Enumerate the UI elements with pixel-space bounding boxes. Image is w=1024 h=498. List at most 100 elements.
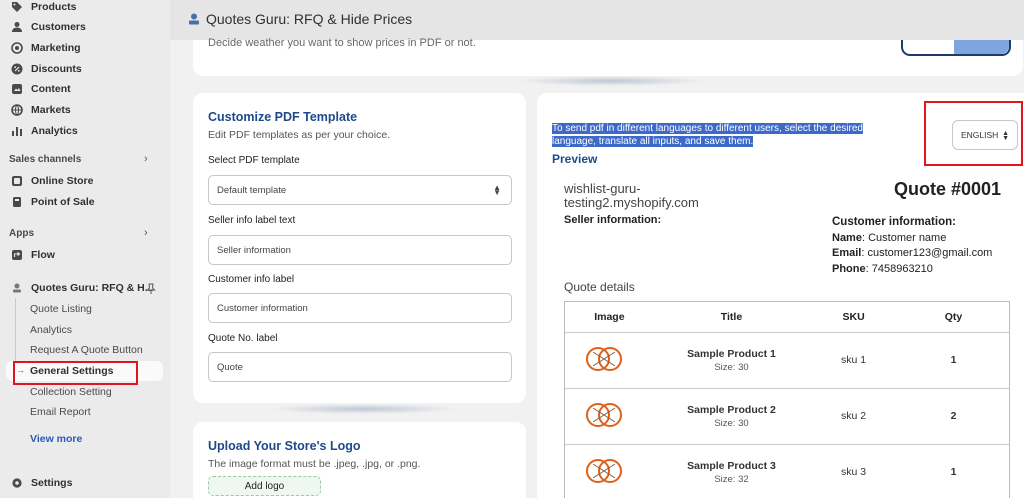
sidebar-subitem-quote-listing[interactable]: Quote Listing [30, 303, 92, 315]
customer-phone-line: Phone: 7458963210 [832, 262, 992, 278]
product-image-cell [565, 332, 654, 389]
sidebar-subitem-collection-setting[interactable]: Collection Setting [30, 386, 112, 398]
chevron-right-icon[interactable]: › [144, 227, 148, 239]
seller-info-input[interactable]: Seller information [208, 235, 512, 265]
select-template-label: Select PDF template [208, 155, 300, 166]
product-image [586, 458, 623, 483]
sidebar-item-content[interactable]: Content [8, 79, 71, 99]
sidebar-item-quotes-guru[interactable]: Quotes Guru: RFQ & H... [8, 278, 154, 298]
app-logo-icon [187, 12, 201, 26]
sidebar: Products Customers Marketing Discounts C… [0, 0, 170, 498]
add-logo-button[interactable]: Add logo [208, 476, 321, 496]
shop-name: wishlist-guru-testing2.myshopify.com [564, 181, 699, 210]
column-header: SKU [809, 302, 898, 333]
table-row: Sample Product 2 Size: 30 sku 2 2 [565, 388, 1009, 445]
input-value: Seller information [217, 244, 291, 256]
flow-icon [10, 249, 23, 262]
sku-cell: sku 2 [809, 388, 898, 445]
quote-number: Quote #0001 [894, 179, 1002, 199]
sidebar-item-flow[interactable]: Flow [8, 245, 55, 265]
product-title-cell: Sample Product 1 Size: 30 [653, 332, 810, 389]
annotation-highlight-box [924, 101, 1023, 166]
sidebar-item-settings[interactable]: Settings [8, 473, 72, 493]
sidebar-item-label: Markets [31, 104, 71, 116]
person-icon [10, 21, 23, 34]
view-more-link[interactable]: View more [30, 433, 82, 445]
card-subtitle: The image format must be .jpeg, .jpg, or… [208, 458, 421, 470]
customer-label-caption: Customer info label [208, 274, 295, 285]
card-title: Customize PDF Template [208, 110, 358, 124]
table-row: Sample Product 1 Size: 30 sku 1 1 [565, 332, 1009, 389]
product-title-cell: Sample Product 2 Size: 30 [653, 388, 810, 445]
sidebar-subitem-request-quote-button[interactable]: Request A Quote Button [30, 344, 143, 356]
quote-items-table: Image Title SKU Qty Sample Product 1 Size… [564, 301, 1010, 498]
product-image [586, 346, 623, 371]
field-value: : customer123@gmail.com [861, 247, 993, 259]
subnav-tree-line [15, 298, 16, 368]
tag-icon [10, 1, 23, 14]
sidebar-item-label: Online Store [31, 175, 94, 187]
sidebar-subitem-email-report[interactable]: Email Report [30, 406, 91, 418]
sidebar-item-markets[interactable]: Markets [8, 100, 71, 120]
sidebar-item-online-store[interactable]: Online Store [8, 171, 93, 191]
sidebar-subitem-analytics[interactable]: Analytics [30, 324, 72, 336]
sidebar-item-label: Flow [31, 249, 55, 261]
pdf-template-select[interactable]: Default template ▲ ▼ [208, 175, 512, 205]
product-size: Size: 30 [714, 361, 749, 373]
sidebar-item-marketing[interactable]: Marketing [8, 38, 81, 58]
annotation-highlight-box [13, 361, 138, 385]
customer-info-input[interactable]: Customer information [208, 293, 512, 323]
field-value: : Customer name [861, 231, 947, 244]
sidebar-item-label: Content [31, 83, 71, 95]
app-stamp-icon [10, 282, 23, 295]
product-name: Sample Product 2 [687, 403, 776, 416]
customer-info-block: Customer information: Name: Customer nam… [832, 215, 992, 277]
column-header: Title [653, 302, 810, 333]
target-icon [10, 42, 23, 55]
sidebar-item-customers[interactable]: Customers [8, 17, 86, 37]
input-value: Customer information [217, 302, 308, 314]
product-size: Size: 30 [714, 417, 749, 429]
product-image-cell [565, 388, 654, 445]
store-icon [10, 175, 23, 188]
quote-no-label-caption: Quote No. label [208, 333, 278, 344]
show-prices-card: Decide weather you want to show prices i… [193, 37, 1023, 76]
discount-icon [10, 63, 23, 76]
chevron-right-icon[interactable]: › [144, 153, 148, 165]
sku-cell: sku 1 [809, 332, 898, 389]
field-key: Name [832, 231, 862, 244]
customer-name-line: Name: Customer name [832, 231, 992, 247]
card-shadow [516, 76, 706, 86]
bar-chart-icon [10, 125, 23, 138]
quote-details-heading: Quote details [564, 280, 635, 294]
column-header: Qty [897, 302, 1009, 333]
product-size: Size: 32 [714, 473, 749, 485]
show-prices-toggle[interactable] [901, 40, 1011, 56]
toggle-no-segment[interactable] [954, 40, 1009, 54]
show-prices-description: Decide weather you want to show prices i… [208, 37, 476, 49]
qty-cell: 1 [897, 444, 1009, 498]
seller-info-heading: Seller information: [564, 214, 662, 226]
product-image-cell [565, 444, 654, 498]
seller-label-caption: Seller info label text [208, 215, 296, 226]
pin-icon[interactable] [146, 282, 156, 294]
card-title: Upload Your Store's Logo [208, 439, 361, 453]
sidebar-item-label: Settings [31, 477, 73, 489]
language-note-text: To send pdf in different languages to di… [552, 123, 863, 147]
sidebar-item-point-of-sale[interactable]: Point of Sale [8, 192, 95, 212]
quote-no-input[interactable]: Quote [208, 352, 512, 382]
upload-logo-card: Upload Your Store's Logo The image forma… [193, 422, 526, 498]
field-key: Email [832, 247, 862, 259]
sidebar-item-label: Quotes Guru: RFQ & H... [31, 282, 154, 294]
select-value: Default template [217, 184, 287, 196]
sidebar-item-label: Marketing [31, 42, 81, 54]
sidebar-item-products[interactable]: Products [8, 0, 77, 17]
sales-channels-heading: Sales channels [9, 154, 82, 165]
sidebar-item-label: Analytics [31, 125, 78, 137]
sidebar-item-discounts[interactable]: Discounts [8, 59, 82, 79]
sidebar-item-label: Discounts [31, 63, 82, 75]
globe-icon [10, 104, 23, 117]
sidebar-item-analytics[interactable]: Analytics [8, 121, 78, 141]
sidebar-item-label: Customers [31, 21, 86, 33]
card-subtitle: Edit PDF templates as per your choice. [208, 129, 391, 141]
